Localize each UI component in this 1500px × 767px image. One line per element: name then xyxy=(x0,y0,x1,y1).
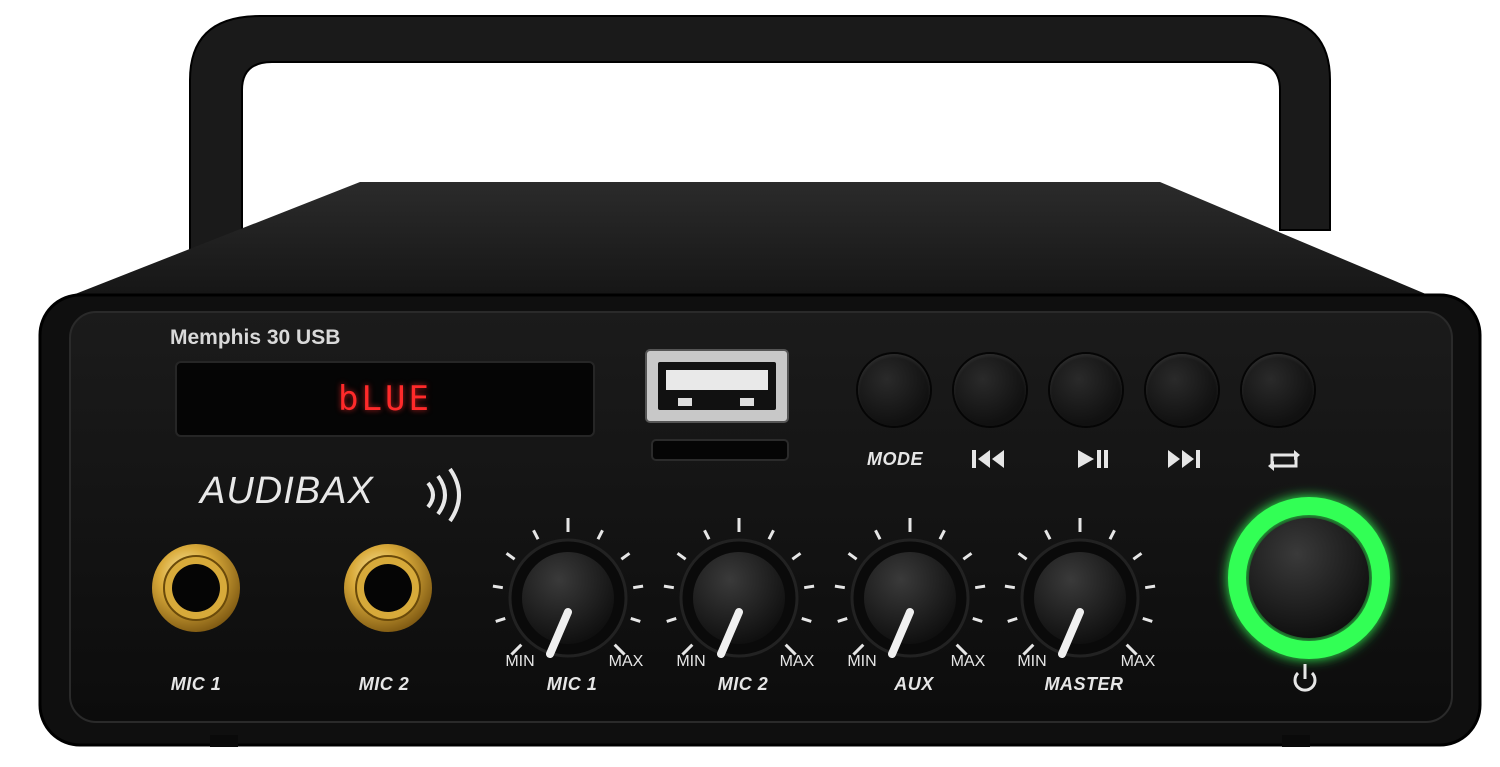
mic1-jack[interactable] xyxy=(152,544,240,632)
sd-card-slot[interactable] xyxy=(651,439,789,461)
foot-right xyxy=(1282,735,1310,747)
led-display: bLUE xyxy=(338,379,432,419)
master-max-label: MAX xyxy=(1120,653,1156,670)
next-button[interactable] xyxy=(1146,354,1218,426)
mic1-max-label: MAX xyxy=(608,653,644,670)
aux-min-label: MIN xyxy=(847,653,877,670)
mic2-knob-label: MIC 2 xyxy=(717,674,769,694)
master-min-label: MIN xyxy=(1017,653,1047,670)
mic2-max-label: MAX xyxy=(779,653,815,670)
aux-knob-label: AUX xyxy=(894,674,934,694)
master-knob-label: MASTER xyxy=(1044,674,1124,694)
mic2-jack-label: MIC 2 xyxy=(358,674,410,694)
brand-logo: AUDIBAX xyxy=(200,470,374,512)
repeat-button[interactable] xyxy=(1242,354,1314,426)
mode-label: MODE xyxy=(867,449,923,469)
mic1-knob-label: MIC 1 xyxy=(546,674,598,694)
mode-button[interactable] xyxy=(858,354,930,426)
play-pause-button[interactable] xyxy=(1050,354,1122,426)
top-cover xyxy=(60,182,1440,300)
mic1-min-label: MIN xyxy=(505,653,535,670)
usb-port[interactable] xyxy=(645,349,789,423)
model-name: Memphis 30 USB xyxy=(170,326,341,349)
mic1-jack-label: MIC 1 xyxy=(170,674,222,694)
foot-left xyxy=(210,735,238,747)
mic2-jack[interactable] xyxy=(344,544,432,632)
aux-max-label: MAX xyxy=(950,653,986,670)
previous-button[interactable] xyxy=(954,354,1026,426)
amplifier-product-image: Memphis 30 USB bLUE AUDIBAX MODE MIC 1 M… xyxy=(0,0,1500,767)
power-button-cap[interactable] xyxy=(1249,518,1369,638)
mic2-min-label: MIN xyxy=(676,653,706,670)
